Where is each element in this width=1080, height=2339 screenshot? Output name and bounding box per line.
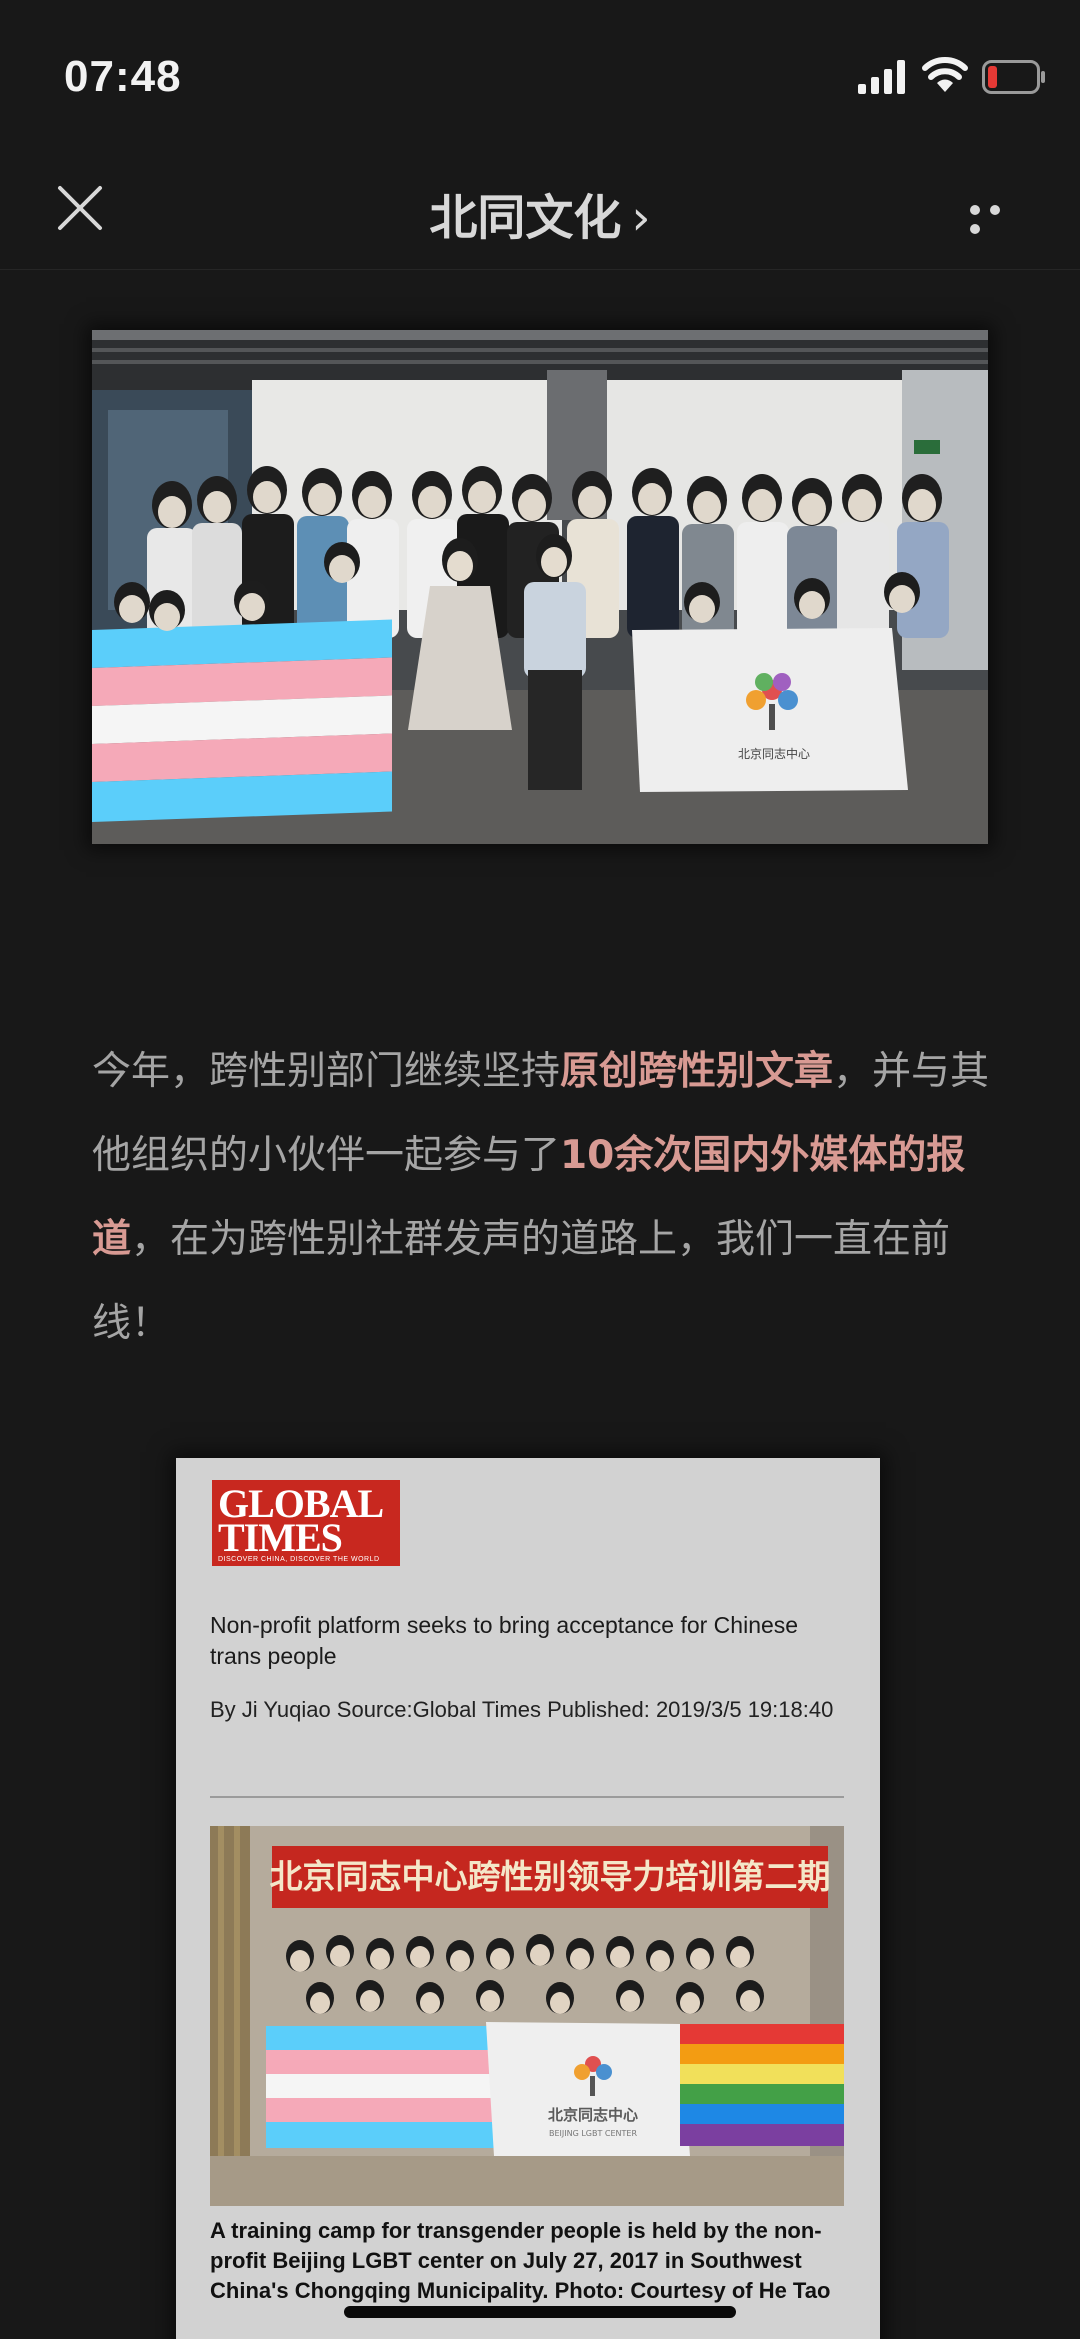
news-article-screenshot[interactable]: GLOBAL TIMES DISCOVER CHINA, DISCOVER TH… bbox=[176, 1458, 880, 2339]
nav-divider bbox=[0, 269, 1080, 270]
account-name: 北同文化 bbox=[429, 190, 622, 246]
more-icon[interactable] bbox=[970, 200, 1028, 234]
center-flag-label: 北京同志中心 bbox=[548, 2106, 638, 2124]
home-indicator[interactable] bbox=[344, 2306, 736, 2318]
paragraph-text-1: 今年，跨性别部门继续坚持 bbox=[92, 1049, 561, 1094]
wechat-article-page: 07:48 北同文化 › 北京同志中心 今年，跨性别部门继续坚持原创跨性别文章，… bbox=[0, 0, 1080, 2339]
flag-label: 北京同志中心 bbox=[738, 746, 810, 761]
training-camp-photo: 北京同志中心跨性别领导力培训第二期 北京同志中心 BEIJING LGBT CE… bbox=[210, 1826, 844, 2206]
status-time: 07:48 bbox=[64, 52, 182, 101]
status-bar: 07:48 bbox=[0, 0, 1080, 150]
divider bbox=[210, 1796, 844, 1798]
signal-icon bbox=[858, 60, 905, 94]
article-byline: By Ji Yuqiao Source:Global Times Publish… bbox=[210, 1697, 834, 1722]
banner-text: 北京同志中心跨性别领导力培训第二期 bbox=[270, 1857, 831, 1896]
center-flag-sublabel: BEIJING LGBT CENTER bbox=[549, 2129, 637, 2138]
paragraph-text-3: ，在为跨性别社群发声的道路上，我们一直在前线！ bbox=[92, 1217, 951, 1346]
wifi-icon bbox=[922, 57, 968, 92]
account-title-link[interactable]: 北同文化 › bbox=[0, 178, 1080, 248]
battery-low-icon bbox=[982, 60, 1045, 94]
nav-bar: 北同文化 › bbox=[0, 150, 1080, 270]
article-paragraph: 今年，跨性别部门继续坚持原创跨性别文章，并与其他组织的小伙伴一起参与了10余次国… bbox=[92, 1030, 992, 1366]
article-headline: Non-profit platform seeks to bring accep… bbox=[210, 1612, 799, 1669]
global-times-logo: GLOBAL TIMES DISCOVER CHINA, DISCOVER TH… bbox=[212, 1480, 400, 1566]
chevron-right-icon: › bbox=[631, 190, 651, 246]
highlight-original-articles: 原创跨性别文章 bbox=[560, 1049, 834, 1094]
group-photo[interactable]: 北京同志中心 bbox=[92, 330, 988, 844]
group-photo-illustration: 北京同志中心 bbox=[92, 330, 988, 844]
trans-flag bbox=[92, 619, 392, 822]
photo-caption: A training camp for transgender people i… bbox=[210, 2218, 831, 2303]
